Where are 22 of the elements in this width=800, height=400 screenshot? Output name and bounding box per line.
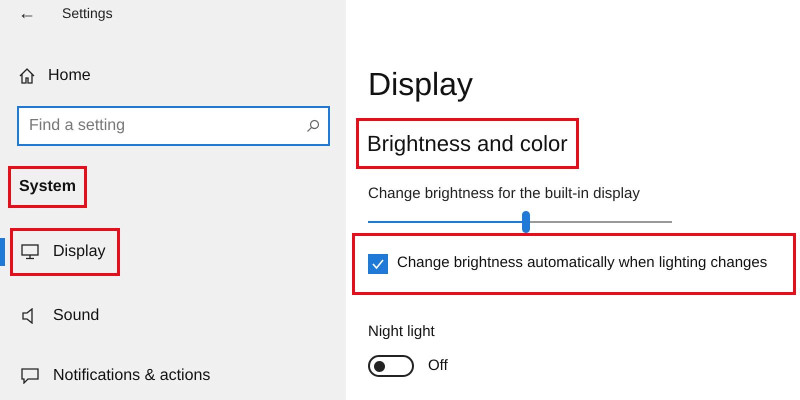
section-heading: Brightness and color [356, 118, 579, 169]
checkbox[interactable] [368, 254, 388, 274]
search-field[interactable]: Find a setting [17, 106, 330, 146]
toggle-state: Off [428, 356, 448, 376]
window-title: Settings [62, 4, 113, 23]
home-link[interactable]: Home [0, 64, 91, 88]
nav-item[interactable]: Notifications & actions [10, 352, 226, 400]
nav-item[interactable]: Display [10, 228, 120, 276]
page-title: Display [367, 68, 474, 100]
monitor-icon [21, 244, 39, 260]
search-icon[interactable] [306, 119, 320, 133]
slider-thumb[interactable] [522, 210, 530, 232]
home-icon [18, 67, 36, 85]
checkbox-label: Change brightness automatically when lighting changes [397, 253, 768, 274]
setting-label: Night light [368, 322, 436, 342]
checkmark-icon [371, 256, 385, 270]
slider-label: Change brightness for the built-in display [368, 184, 641, 204]
nav-item[interactable]: Sound [10, 292, 114, 340]
message-icon [21, 368, 39, 384]
section-heading: System [8, 166, 87, 208]
back-button[interactable]: ← [18, 4, 36, 22]
toggle-switch[interactable] [368, 355, 414, 378]
